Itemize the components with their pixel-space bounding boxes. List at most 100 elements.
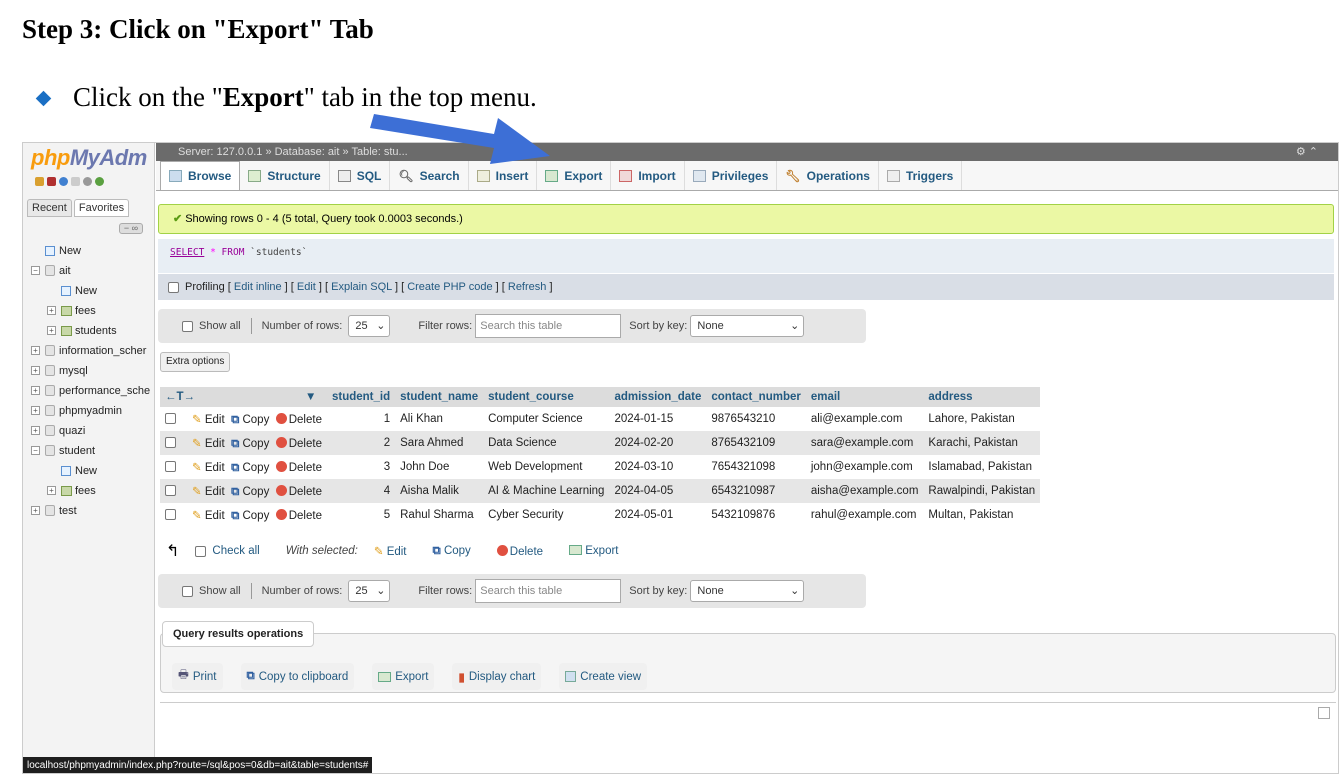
row-checkbox[interactable] (165, 461, 176, 473)
gear-icon[interactable]: ⚙ ⌃ (1296, 143, 1318, 161)
header-student-course[interactable]: student_course (483, 387, 610, 407)
create-view-button[interactable]: Create view (559, 663, 648, 690)
nav-tree-item[interactable]: + mysql (23, 361, 155, 381)
row-checkbox[interactable] (165, 437, 176, 449)
table-cell-contact-number[interactable]: 8765432109 (706, 431, 806, 455)
table-cell-address[interactable]: Karachi, Pakistan (923, 431, 1041, 455)
table-cell-address[interactable]: Multan, Pakistan (923, 503, 1041, 527)
table-cell-address[interactable]: Islamabad, Pakistan (923, 455, 1041, 479)
row-copy-button[interactable]: ⧉ Copy (231, 462, 269, 474)
row-delete-button[interactable]: Delete (275, 412, 322, 426)
header-address[interactable]: address (923, 387, 1041, 407)
nav-tree-item[interactable]: + information_scher (23, 341, 155, 361)
expand-icon[interactable]: + (47, 306, 56, 315)
with-selected-export[interactable]: Export (569, 545, 619, 557)
table-cell-admission-date[interactable]: 2024-02-20 (609, 431, 707, 455)
expand-icon[interactable]: + (31, 426, 40, 435)
table-cell-student-id[interactable]: 1 (326, 407, 396, 431)
row-edit-button[interactable]: ✎ Edit (192, 438, 225, 450)
table-cell-admission-date[interactable]: 2024-05-01 (609, 503, 707, 527)
nav-tree-item[interactable]: + performance_sche (23, 381, 155, 401)
expand-icon[interactable]: + (31, 366, 40, 375)
nav-tree-item[interactable]: + phpmyadmin (23, 401, 155, 421)
table-cell-email[interactable]: sara@example.com (805, 431, 924, 455)
tab-privileges[interactable]: Privileges (685, 161, 778, 190)
nav-tree-item[interactable]: + test (23, 501, 155, 521)
show-all-checkbox-bottom[interactable] (182, 585, 193, 597)
profiling-checkbox[interactable] (168, 281, 179, 293)
header-student-name[interactable]: student_name (395, 387, 484, 407)
table-cell-admission-date[interactable]: 2024-04-05 (609, 479, 707, 503)
row-delete-button[interactable]: Delete (275, 484, 322, 498)
header-email[interactable]: email (805, 387, 924, 407)
create-php-code-link[interactable]: Create PHP code (407, 281, 492, 293)
nav-tree-item[interactable]: + fees (23, 481, 155, 501)
header-student-id[interactable]: student_id (326, 387, 396, 407)
tab-structure[interactable]: Structure (240, 161, 330, 190)
column-controls[interactable]: ←T→ ▼ (160, 387, 327, 407)
tab-triggers[interactable]: Triggers (879, 161, 963, 190)
with-selected-copy[interactable]: ⧉ Copy (433, 545, 471, 558)
table-cell-contact-number[interactable]: 9876543210 (706, 407, 806, 431)
with-selected-delete[interactable]: Delete (496, 544, 543, 558)
row-copy-button[interactable]: ⧉ Copy (231, 510, 269, 522)
table-cell-student-course[interactable]: AI & Machine Learning (483, 479, 610, 503)
sort-by-key-select[interactable]: None ⌄ (690, 315, 805, 337)
table-cell-email[interactable]: john@example.com (805, 455, 924, 479)
home-icon[interactable] (35, 177, 44, 186)
table-cell-student-name[interactable]: John Doe (395, 455, 484, 479)
table-cell-student-course[interactable]: Computer Science (483, 407, 610, 431)
table-cell-address[interactable]: Lahore, Pakistan (923, 407, 1041, 431)
expand-icon[interactable]: + (47, 326, 56, 335)
table-cell-student-id[interactable]: 2 (326, 431, 396, 455)
nav-tree-item[interactable]: + fees (23, 301, 155, 321)
nav-tree-item[interactable]: + students (23, 321, 155, 341)
row-edit-button[interactable]: ✎ Edit (192, 510, 225, 522)
nav-tab-favorites[interactable]: Favorites (73, 199, 130, 217)
row-copy-button[interactable]: ⧉ Copy (231, 414, 269, 426)
sql-select-keyword[interactable]: SELECT (170, 247, 204, 258)
filter-rows-input-bottom[interactable]: Search this table (475, 579, 622, 603)
refresh-link[interactable]: Refresh (508, 281, 547, 293)
table-cell-admission-date[interactable]: 2024-01-15 (609, 407, 707, 431)
table-cell-student-course[interactable]: Web Development (483, 455, 610, 479)
phpmyadmin-logo[interactable]: phpMyAdm (31, 145, 147, 171)
row-delete-button[interactable]: Delete (275, 460, 322, 474)
nav-tree-item[interactable]: + quazi (23, 421, 155, 441)
row-delete-button[interactable]: Delete (275, 508, 322, 522)
nav-tree-item[interactable]: New (23, 281, 155, 301)
sort-by-key-select-bottom[interactable]: None ⌄ (690, 580, 805, 602)
table-cell-student-name[interactable]: Sara Ahmed (395, 431, 484, 455)
show-all-checkbox[interactable] (182, 320, 193, 332)
print-button[interactable]: 🖶 Print (172, 663, 223, 690)
export-button[interactable]: Export (372, 663, 435, 690)
table-cell-student-name[interactable]: Aisha Malik (395, 479, 484, 503)
table-cell-email[interactable]: ali@example.com (805, 407, 924, 431)
header-contact-number[interactable]: contact_number (706, 387, 806, 407)
table-cell-student-id[interactable]: 5 (326, 503, 396, 527)
expand-icon[interactable]: + (31, 386, 40, 395)
expand-icon[interactable]: + (31, 406, 40, 415)
explain-sql-link[interactable]: Explain SQL (331, 281, 392, 293)
table-cell-contact-number[interactable]: 6543210987 (706, 479, 806, 503)
display-chart-button[interactable]: ▮ Display chart (452, 663, 542, 690)
row-checkbox[interactable] (165, 485, 176, 497)
table-cell-student-name[interactable]: Ali Khan (395, 407, 484, 431)
check-all-label[interactable]: Check all (212, 545, 259, 557)
table-cell-student-id[interactable]: 4 (326, 479, 396, 503)
edit-link[interactable]: Edit (297, 281, 316, 293)
nav-tab-recent[interactable]: Recent (27, 199, 72, 217)
collapse-icon[interactable]: − (31, 266, 40, 275)
filter-rows-input[interactable]: Search this table (475, 314, 622, 338)
copy-to-clipboard-button[interactable]: ⧉ Copy to clipboard (240, 663, 355, 690)
nav-tree-item[interactable]: − ait (23, 261, 155, 281)
edit-inline-link[interactable]: Edit inline (234, 281, 282, 293)
nav-tree-item[interactable]: New (23, 461, 155, 481)
table-cell-student-course[interactable]: Cyber Security (483, 503, 610, 527)
table-cell-email[interactable]: rahul@example.com (805, 503, 924, 527)
help-icon[interactable] (59, 177, 68, 186)
table-cell-student-course[interactable]: Data Science (483, 431, 610, 455)
expand-icon[interactable]: + (31, 346, 40, 355)
nav-tree-item[interactable]: − student (23, 441, 155, 461)
table-cell-email[interactable]: aisha@example.com (805, 479, 924, 503)
